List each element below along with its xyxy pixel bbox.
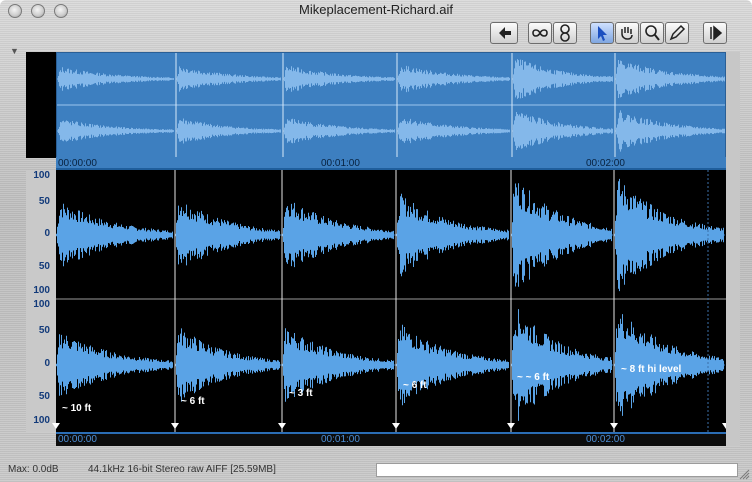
waveform-segment	[283, 66, 395, 92]
waveform-segment	[176, 118, 281, 144]
marker-arrow[interactable]	[507, 423, 515, 429]
amplitude-tick: 100	[33, 285, 50, 296]
overview-time-label: 00:02:00	[586, 158, 625, 169]
amplitude-tick: 100	[33, 170, 50, 181]
marker-label[interactable]: ~ 6 ft	[181, 396, 205, 407]
file-format-readout: 44.1kHz 16-bit Stereo raw AIFF [25.59MB]	[88, 464, 276, 475]
hand-tool-button[interactable]	[615, 22, 639, 44]
marker-label[interactable]: ~ 8 ft hi level	[621, 364, 681, 375]
resize-grip-icon[interactable]	[738, 468, 750, 480]
back-icon	[499, 27, 511, 39]
loop-icon	[532, 29, 548, 37]
select-tool-button[interactable]	[590, 22, 614, 44]
back-button[interactable]	[490, 22, 518, 44]
window-title: Mikeplacement-Richard.aif	[299, 2, 453, 17]
progress-bar	[376, 463, 738, 477]
main-time-label: 00:01:00	[321, 434, 360, 445]
amplitude-tick: 50	[38, 196, 50, 207]
main-time-label: 00:02:00	[586, 434, 625, 445]
amplitude-tick: 100	[33, 299, 50, 310]
waveform-segment	[175, 328, 280, 402]
main-waveform-graphic	[56, 170, 726, 432]
disclosure-triangle[interactable]: ▼	[10, 46, 19, 56]
play-icon	[710, 25, 723, 41]
waveform-segment	[57, 67, 174, 91]
main-waveform-view[interactable]	[56, 170, 726, 432]
waveform-segment	[396, 193, 509, 277]
waveform-segment	[615, 60, 725, 98]
loop-button[interactable]	[528, 22, 552, 44]
marker-arrow[interactable]	[278, 423, 286, 429]
amplitude-tick: 50	[38, 325, 50, 336]
overview-time-label: 00:01:00	[321, 158, 360, 169]
overview-waveform-graphic	[57, 53, 725, 157]
marker-label[interactable]: ~ ~ 6 ft	[517, 372, 549, 383]
main-time-label: 00:00:00	[58, 434, 97, 445]
waveform-segment	[511, 183, 612, 287]
overview-waveform[interactable]	[56, 52, 726, 158]
waveform-segment	[512, 59, 613, 99]
waveform-segment	[614, 178, 724, 292]
waveform-segment	[615, 110, 725, 152]
overview-channel-gutter	[26, 52, 56, 158]
amplitude-tick: 100	[33, 415, 50, 426]
amplitude-tick: 0	[44, 358, 50, 369]
audio-editor-window: Mikeplacement-Richard.aif ▼ 00:00:00 00:…	[0, 0, 752, 482]
vertical-scrollbar[interactable]	[726, 52, 740, 446]
hourglass-icon	[560, 24, 570, 42]
amplitude-tick: 50	[38, 261, 50, 272]
waveform-segment	[56, 203, 173, 267]
zoom-tool-button[interactable]	[640, 22, 664, 44]
main-time-ruler	[56, 432, 726, 446]
arrow-icon	[598, 26, 607, 41]
overview-time-label: 00:00:00	[58, 158, 97, 169]
max-level-readout: Max: 0.0dB	[8, 464, 59, 475]
waveform-segment	[176, 66, 281, 92]
marker-arrow[interactable]	[392, 423, 400, 429]
waveform-segment	[397, 65, 510, 93]
waveform-segment	[396, 324, 509, 406]
marker-arrow[interactable]	[610, 423, 618, 429]
marker-arrow[interactable]	[52, 423, 60, 429]
hand-icon	[621, 27, 633, 40]
amplitude-axis: 100 50 0 50 100 100 50 0 50 100	[26, 170, 56, 432]
waveform-segment	[397, 118, 510, 144]
pencil-icon	[669, 24, 686, 41]
waveform-segment	[56, 334, 173, 396]
waveform-segment	[175, 204, 280, 266]
waveform-segment	[511, 309, 612, 421]
hourglass-button[interactable]	[553, 22, 577, 44]
marker-arrow[interactable]	[171, 423, 179, 429]
waveform-segment	[57, 120, 174, 142]
amplitude-tick: 0	[44, 228, 50, 239]
marker-label[interactable]: ~ 3 ft	[289, 388, 313, 399]
play-button[interactable]	[703, 22, 727, 44]
marker-label[interactable]: ~ 6 ft	[403, 380, 427, 391]
marker-label[interactable]: ~ 10 ft	[62, 403, 91, 414]
zoom-icon	[645, 25, 660, 41]
amplitude-tick: 50	[38, 391, 50, 402]
pencil-tool-button[interactable]	[665, 22, 689, 44]
waveform-segment	[282, 202, 394, 268]
waveform-segment	[283, 118, 395, 144]
waveform-segment	[512, 112, 613, 150]
